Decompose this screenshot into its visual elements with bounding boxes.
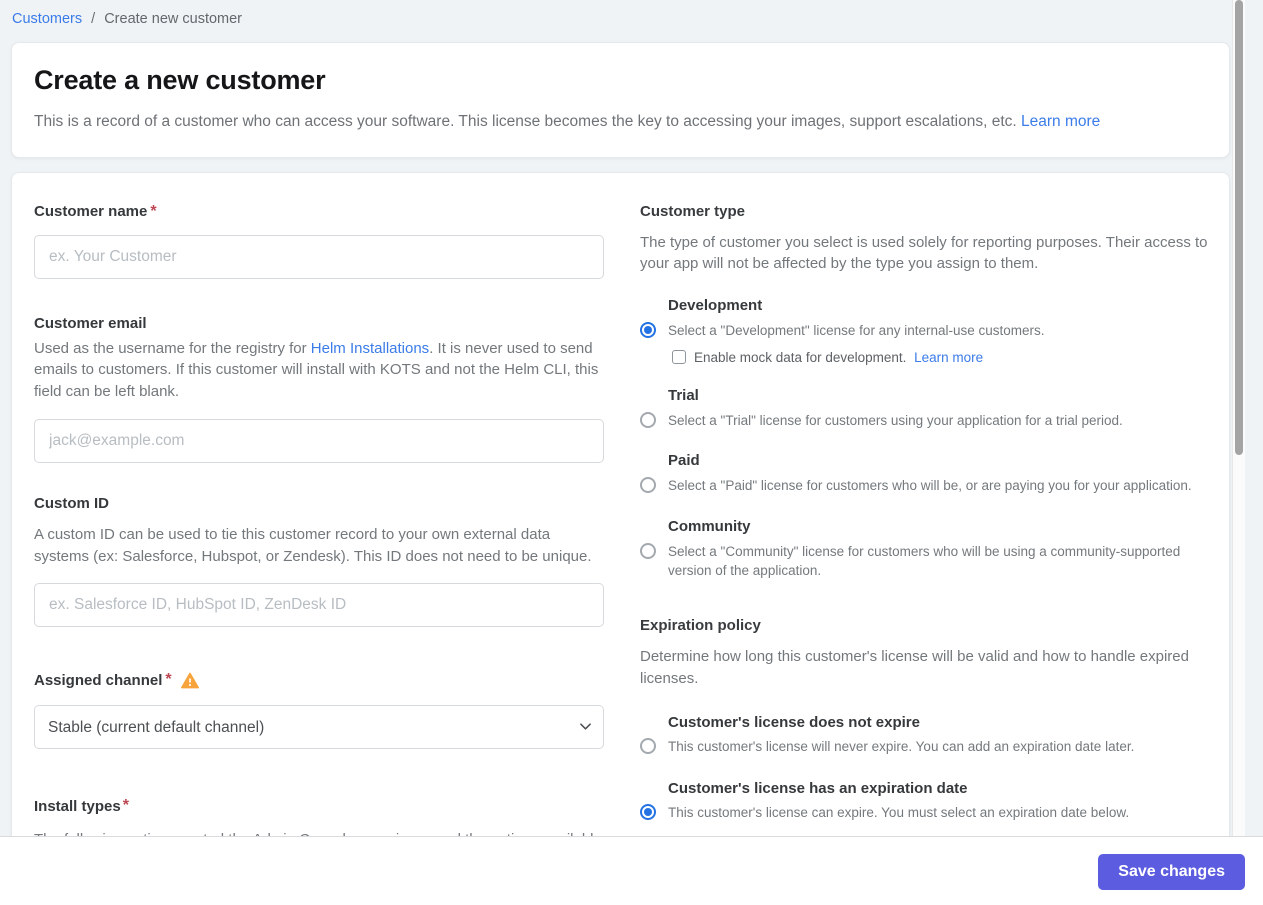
community-radio[interactable]	[640, 542, 656, 559]
no-expire-radio[interactable]	[640, 737, 656, 754]
header-card: Create a new customer This is a record o…	[11, 42, 1230, 158]
no-expire-option-description: This customer's license will never expir…	[668, 738, 1135, 754]
breadcrumb-current: Create new customer	[104, 11, 243, 27]
scrollbar-thumb[interactable]	[1235, 0, 1243, 455]
mock-data-checkbox-text: Enable mock data for development.	[694, 349, 907, 365]
has-expiration-radio[interactable]	[640, 804, 656, 821]
assigned-channel-label-row: Assigned channel *	[34, 671, 604, 689]
trial-radio[interactable]	[640, 411, 656, 428]
scrollbar-track[interactable]	[1232, 0, 1245, 836]
page-description: This is a record of a customer who can a…	[34, 111, 1207, 133]
custom-id-label: Custom ID	[34, 494, 109, 512]
warning-icon	[180, 672, 199, 689]
customer-type-option-development: Development Select a "Development" licen…	[640, 297, 1209, 365]
mock-data-checkbox[interactable]	[672, 350, 686, 365]
customer-type-option-community: Community Select a "Community" license f…	[640, 518, 1209, 581]
customer-email-label: Customer email	[34, 314, 147, 332]
paid-radio[interactable]	[640, 477, 656, 494]
no-expire-option-title: Customer's license does not expire	[668, 713, 920, 731]
expiration-option-has-date: Customer's license has an expiration dat…	[640, 780, 1209, 823]
install-types-label-row: Install types *	[34, 797, 604, 815]
footer-bar: Save changes	[0, 836, 1263, 905]
breadcrumb-customers-link[interactable]: Customers	[12, 11, 82, 27]
mock-data-checkbox-label: Enable mock data for development. Learn …	[694, 350, 983, 365]
customer-email-description-part1: Used as the username for the registry fo…	[34, 339, 311, 357]
community-option-description: Select a "Community" license for custome…	[668, 543, 1181, 579]
trial-option-description: Select a "Trial" license for customers u…	[668, 412, 1123, 428]
has-expiration-option-description: This customer's license can expire. You …	[668, 805, 1130, 821]
community-option-title: Community	[668, 517, 751, 535]
expiration-policy-section: Expiration policy Determine how long thi…	[640, 617, 1209, 823]
page: Customers / Create new customer Create a…	[0, 0, 1263, 905]
breadcrumb-separator: /	[91, 11, 96, 27]
assigned-channel-select[interactable]: Stable (current default channel)	[34, 705, 604, 750]
trial-option-title: Trial	[668, 386, 699, 404]
save-changes-button[interactable]: Save changes	[1098, 854, 1245, 890]
form-left-column: Customer name * Customer email Used as t…	[34, 203, 604, 870]
customer-email-description: Used as the username for the registry fo…	[34, 338, 604, 403]
assigned-channel-label: Assigned channel	[34, 671, 163, 689]
customer-type-option-paid: Paid Select a "Paid" license for custome…	[640, 452, 1209, 496]
customer-name-required-asterisk: *	[150, 202, 157, 220]
custom-id-description: A custom ID can be used to tie this cust…	[34, 525, 592, 565]
page-title: Create a new customer	[34, 65, 326, 95]
development-option-description: Select a "Development" license for any i…	[668, 323, 1045, 339]
assigned-channel-required-asterisk: *	[165, 671, 172, 689]
helm-installations-link[interactable]: Helm Installations	[311, 340, 429, 357]
install-types-label: Install types	[34, 797, 121, 815]
expiration-policy-label: Expiration policy	[640, 617, 761, 634]
breadcrumb: Customers / Create new customer	[0, 0, 1245, 27]
development-option-title: Development	[668, 297, 763, 315]
customer-type-description: The type of customer you select is used …	[640, 233, 1208, 273]
paid-option-description: Select a "Paid" license for customers wh…	[668, 478, 1192, 494]
paid-option-title: Paid	[668, 452, 700, 470]
customer-name-input[interactable]	[34, 234, 604, 279]
install-types-required-asterisk: *	[122, 797, 129, 815]
development-radio[interactable]	[640, 322, 656, 339]
customer-name-label: Customer name	[34, 203, 148, 221]
custom-id-input[interactable]	[34, 583, 604, 628]
customer-form-card: Customer name * Customer email Used as t…	[11, 171, 1230, 872]
assigned-channel-select-wrap: Stable (current default channel)	[34, 705, 604, 750]
mock-data-row: Enable mock data for development. Learn …	[672, 350, 1209, 365]
expiration-policy-description: Determine how long this customer's licen…	[640, 648, 1189, 687]
customer-email-input[interactable]	[34, 418, 604, 463]
page-description-text: This is a record of a customer who can a…	[34, 113, 1017, 130]
customer-name-label-row: Customer name *	[34, 203, 604, 221]
header-learn-more-link[interactable]: Learn more	[1021, 113, 1100, 130]
form-right-column: Customer type The type of customer you s…	[640, 203, 1209, 831]
has-expiration-option-title: Customer's license has an expiration dat…	[668, 780, 968, 798]
customer-type-option-trial: Trial Select a "Trial" license for custo…	[640, 387, 1209, 431]
mock-data-learn-more-link[interactable]: Learn more	[914, 350, 983, 365]
expiration-option-no-expire: Customer's license does not expire This …	[640, 714, 1209, 757]
customer-type-label: Customer type	[640, 202, 746, 220]
